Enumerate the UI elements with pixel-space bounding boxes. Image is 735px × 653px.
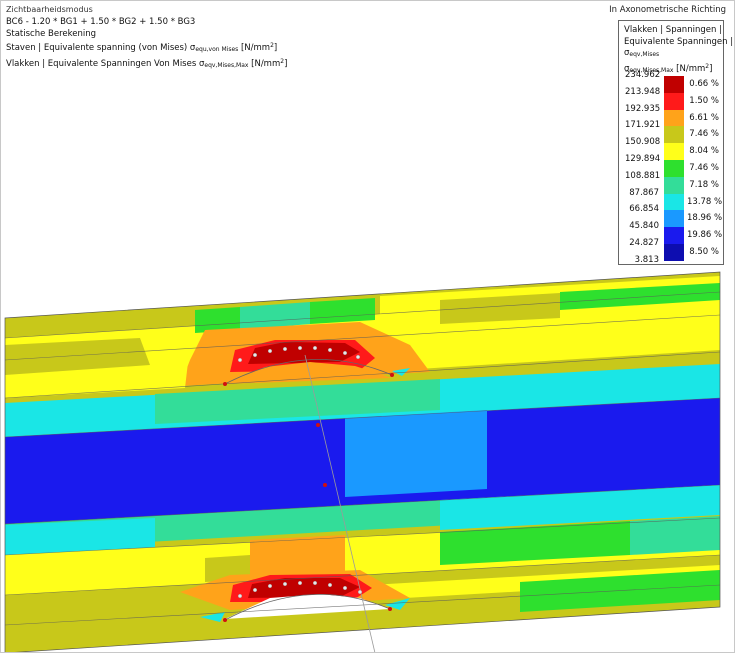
- legend-value: 234.962: [625, 70, 661, 80]
- top-green-patch-2: [310, 298, 375, 324]
- legend-color-swatch: [664, 143, 684, 160]
- view-direction-label: In Axonometrische Richting: [609, 5, 726, 15]
- header-surface-result: Vlakken | Equivalente Spanningen Von Mis…: [6, 58, 288, 69]
- legend-color-swatch: [664, 76, 684, 93]
- legend-color-swatch: [664, 109, 684, 127]
- legend-percent: 7.46 %: [689, 163, 719, 173]
- legend-color-swatch: [664, 92, 684, 110]
- legend-percent: 8.50 %: [689, 247, 719, 257]
- legend-value: 171.921: [625, 120, 661, 131]
- legend-color-swatch: [664, 210, 684, 228]
- legend-value: 24.827: [629, 238, 659, 248]
- legend-percent: 13.78 %: [687, 196, 723, 207]
- legend-value: 129.894: [625, 154, 661, 164]
- legend-color-swatch: [664, 160, 684, 177]
- legend-value: 87.867: [629, 187, 659, 198]
- header-load-combination: BC6 - 1.20 * BG1 + 1.50 * BG2 + 1.50 * B…: [6, 17, 196, 27]
- legend-value: 3.813: [634, 254, 659, 265]
- legend-value: 150.908: [625, 137, 661, 148]
- legend-color-swatch: [664, 126, 684, 144]
- legend-value: 66.854: [629, 204, 659, 215]
- result-header: Zichtbaarheidsmodus BC6 - 1.20 * BG1 + 1…: [6, 4, 287, 72]
- legend-percent: 7.18 %: [689, 179, 719, 190]
- legend-percent: 1.50 %: [689, 95, 719, 106]
- legend-percent: 7.46 %: [689, 129, 719, 140]
- header-analysis-type: Statische Berekening: [6, 29, 97, 39]
- legend-color-swatch: [664, 193, 684, 211]
- header-visibility-mode: Zichtbaarheidsmodus: [6, 5, 93, 14]
- legend-percent: 6.61 %: [689, 112, 719, 123]
- legend-color-swatch: [664, 176, 684, 194]
- legend-percent: 8.04 %: [689, 146, 719, 157]
- legend-percent: 19.86 %: [687, 230, 723, 241]
- legend-percent: 18.96 %: [687, 213, 723, 224]
- legend-title: Vlakken | Spanningen | Equivalente Spann…: [624, 25, 733, 76]
- legend-title-line-1: Vlakken | Spanningen |: [624, 25, 722, 35]
- legend-percent: 0.66 %: [689, 79, 719, 89]
- mid-lightblue-patch: [345, 410, 487, 497]
- legend-color-swatch: [664, 227, 684, 244]
- legend-color-swatch: [664, 244, 684, 261]
- color-legend-panel[interactable]: Vlakken | Spanningen | Equivalente Spann…: [618, 20, 733, 265]
- legend-value: 192.935: [625, 103, 661, 114]
- legend-title-line-3: σeqv,Mises: [624, 48, 660, 58]
- legend-title-line-2: Equivalente Spanningen |: [624, 36, 734, 47]
- legend-value: 45.840: [629, 221, 659, 232]
- legend-value: 108.881: [625, 170, 661, 181]
- header-member-result: Staven | Equivalente spanning (von Mises…: [6, 42, 278, 53]
- legend-value: 213.948: [625, 86, 661, 97]
